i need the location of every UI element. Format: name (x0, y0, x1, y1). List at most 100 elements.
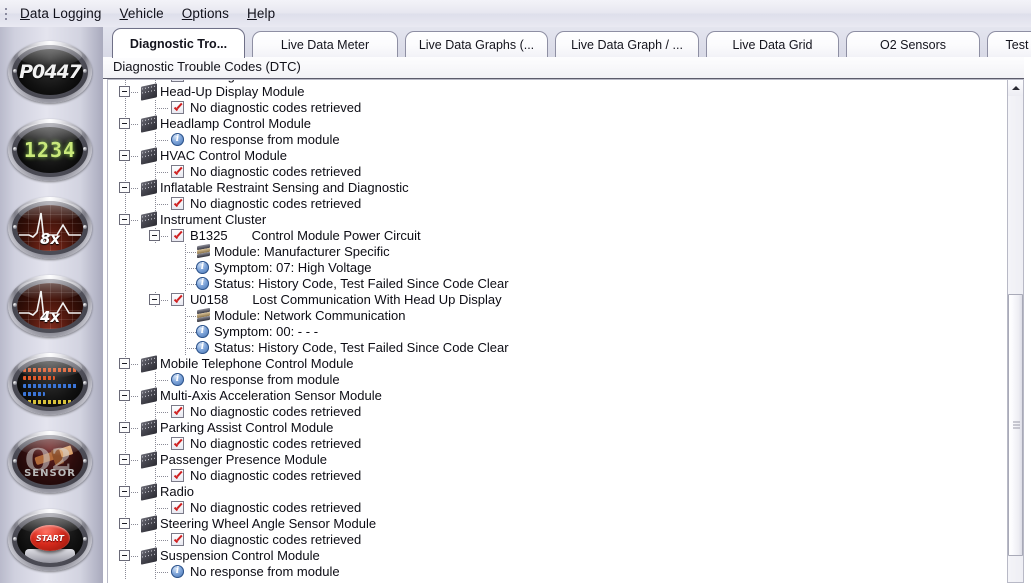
tree-collapse-toggle[interactable] (119, 150, 130, 161)
tree-row[interactable]: Parking Assist Control Module (108, 419, 1008, 437)
tree-row[interactable]: Head-Up Display Module (108, 83, 1008, 101)
sidebar-drag-grip[interactable] (6, 30, 96, 37)
tree-row-label: U0158 Lost Communication With Head Up Dis… (190, 292, 502, 308)
tree-row[interactable]: No diagnostic codes retrieved (108, 468, 1008, 484)
tab-o2-sensors[interactable]: O2 Sensors (846, 31, 980, 57)
tree-row[interactable]: Radio (108, 483, 1008, 501)
vertical-scrollbar[interactable] (1007, 79, 1024, 583)
info-icon: i (171, 565, 184, 578)
sidebar-item-live-data-meter[interactable]: 1234 (8, 119, 92, 181)
tree-rail (125, 468, 126, 484)
dtc-tree-container[interactable]: No diagnostic codes retrievedHead-Up Dis… (107, 79, 1008, 583)
checkmark-icon (171, 469, 184, 482)
tree-row[interactable]: Module: Network Communication (108, 307, 1008, 324)
tab-live-data-graphs[interactable]: Live Data Graphs (... (405, 31, 548, 57)
tree-row[interactable]: U0158 Lost Communication With Head Up Dis… (108, 292, 1008, 308)
tree-row[interactable]: B1325 Control Module Power Circuit (108, 228, 1008, 244)
chevron-up-icon (1011, 86, 1020, 90)
tree-row[interactable]: No diagnostic codes retrieved (108, 532, 1008, 548)
tree-row[interactable]: i Status: History Code, Test Failed Since… (108, 340, 1008, 356)
tree-row[interactable]: Steering Wheel Angle Sensor Module (108, 515, 1008, 533)
module-stack-icon (196, 243, 212, 259)
module-chip-icon (141, 419, 157, 437)
tab-live-data-grid[interactable]: Live Data Grid (706, 31, 839, 57)
tree-row[interactable]: Passenger Presence Module (108, 451, 1008, 469)
tree-collapse-toggle[interactable] (119, 358, 130, 369)
tree-elbow (155, 572, 169, 573)
menu-drag-grip[interactable] (0, 0, 11, 27)
sidebar-item-live-data-graphs-8x[interactable]: 8x (8, 197, 92, 259)
sidebar-item-o2-sensors[interactable]: O2 SENSOR (8, 431, 92, 493)
tree-row[interactable]: i No response from module (108, 372, 1008, 388)
tree-collapse-toggle[interactable] (119, 550, 130, 561)
tree-rail (125, 340, 126, 356)
tab-label: Live Data Graph / ... (571, 37, 683, 52)
tree-row[interactable]: No diagnostic codes retrieved (108, 500, 1008, 516)
tree-collapse-toggle[interactable] (119, 422, 130, 433)
dtc-icon-label: P0447 (19, 61, 82, 83)
tree-collapse-toggle[interactable] (119, 118, 130, 129)
tree-rail (125, 292, 126, 308)
tree-row[interactable]: No diagnostic codes retrieved (108, 164, 1008, 180)
tree-collapse-toggle[interactable] (149, 294, 160, 305)
tree-row[interactable]: Headlamp Control Module (108, 115, 1008, 133)
dtc-description: Control Module Power Circuit (251, 228, 421, 243)
tree-row[interactable]: i Symptom: 07: High Voltage (108, 260, 1008, 276)
tab-live-data-graph[interactable]: Live Data Graph / ... (555, 31, 699, 57)
menu-item-options[interactable]: Options (173, 4, 238, 24)
tree-row[interactable]: i No response from module (108, 132, 1008, 148)
sidebar-item-live-data-graph-4x[interactable]: 4x (8, 275, 92, 337)
tree-row[interactable]: No diagnostic codes retrieved (108, 436, 1008, 452)
tree-row[interactable]: Instrument Cluster (108, 211, 1008, 229)
tree-collapse-toggle[interactable] (119, 182, 130, 193)
tree-collapse-toggle[interactable] (119, 486, 130, 497)
start-button-icon: START (17, 517, 83, 563)
tab-test[interactable]: Test (987, 31, 1031, 57)
tree-row[interactable]: i Status: History Code, Test Failed Since… (108, 276, 1008, 292)
tab-label: Diagnostic Tro... (129, 36, 228, 51)
tab-diagnostic-tro[interactable]: Diagnostic Tro... (112, 28, 245, 58)
tree-collapse-toggle[interactable] (149, 230, 160, 241)
sidebar-item-live-data-grid[interactable] (8, 353, 92, 415)
tree-collapse-toggle[interactable] (119, 214, 130, 225)
tab-label: Live Data Grid (732, 37, 813, 52)
tree-row[interactable]: i Symptom: 00: - - - (108, 324, 1008, 340)
menu-item-help[interactable]: Help (238, 4, 284, 24)
tree-row[interactable]: Module: Manufacturer Specific (108, 243, 1008, 260)
tree-row[interactable]: No diagnostic codes retrieved (108, 404, 1008, 420)
sidebar-item-dtc[interactable]: P0447 (8, 41, 92, 103)
info-icon: i (196, 261, 209, 274)
tree-row[interactable]: Inflatable Restraint Sensing and Diagnos… (108, 179, 1008, 197)
sidebar-item-tests[interactable]: START (8, 509, 92, 571)
tree-row[interactable]: Suspension Control Module (108, 547, 1008, 565)
info-icon: i (196, 277, 209, 290)
dtc-tree: No diagnostic codes retrievedHead-Up Dis… (108, 80, 1008, 580)
tree-collapse-toggle[interactable] (119, 390, 130, 401)
tree-collapse-toggle[interactable] (119, 86, 130, 97)
dtc-code: U0158 (190, 292, 229, 307)
tree-row-label: No diagnostic codes retrieved (190, 404, 362, 419)
tree-rail (125, 324, 126, 340)
tree-row[interactable]: Mobile Telephone Control Module (108, 355, 1008, 373)
menu-item-data-logging[interactable]: Data Logging (11, 4, 111, 24)
menu-item-vehicle[interactable]: Vehicle (111, 4, 173, 24)
tree-row[interactable]: No diagnostic codes retrieved (108, 196, 1008, 212)
tree-elbow (155, 508, 169, 509)
tree-row[interactable]: HVAC Control Module (108, 147, 1008, 165)
tree-row[interactable]: No diagnostic codes retrieved (108, 100, 1008, 116)
tree-row[interactable]: i No response from module (108, 564, 1008, 580)
tree-elbow (155, 540, 169, 541)
tree-collapse-toggle[interactable] (119, 454, 130, 465)
checkmark-icon (171, 405, 184, 418)
tree-collapse-toggle[interactable] (119, 518, 130, 529)
checkmark-icon (171, 101, 184, 114)
module-chip-icon (141, 515, 157, 533)
graph-multiplier-label: 4x (39, 308, 61, 326)
tree-elbow (155, 204, 169, 205)
tab-live-data-meter[interactable]: Live Data Meter (252, 31, 398, 57)
ecg-waveform-icon: 4x (17, 283, 83, 329)
tree-elbow (155, 108, 169, 109)
scroll-up-arrow[interactable] (1008, 80, 1023, 96)
tree-row[interactable]: Multi-Axis Acceleration Sensor Module (108, 387, 1008, 405)
scroll-thumb[interactable] (1008, 294, 1023, 556)
